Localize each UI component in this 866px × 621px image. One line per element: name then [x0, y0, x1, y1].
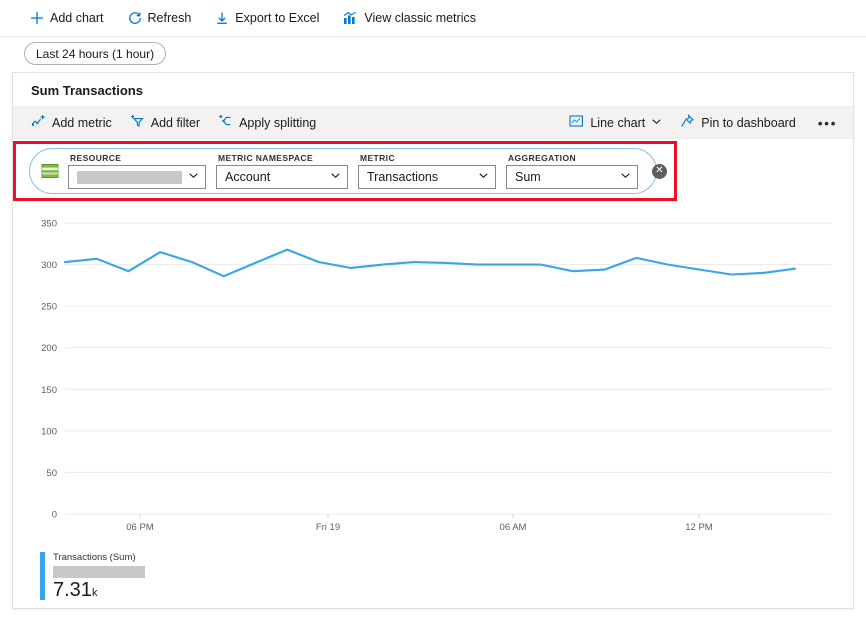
legend-value-unit: k	[92, 587, 98, 599]
resource-select[interactable]	[68, 165, 206, 189]
metric-namespace-select[interactable]: Account	[216, 165, 348, 189]
aggregation-select[interactable]: Sum	[506, 165, 638, 189]
pin-to-dashboard-label: Pin to dashboard	[701, 116, 796, 130]
metric-namespace-value: Account	[225, 170, 270, 184]
svg-text:Fri 19: Fri 19	[316, 522, 340, 533]
command-bar: Add chart Refresh Export to Excel	[0, 0, 866, 37]
chevron-down-icon	[620, 170, 631, 184]
metric-select[interactable]: Transactions	[358, 165, 496, 189]
legend-value-number: 7.31	[53, 579, 92, 601]
metrics-page: Add chart Refresh Export to Excel	[0, 0, 866, 621]
metric-label: METRIC	[358, 153, 496, 163]
chart-card: Sum Transactions Add metric	[12, 72, 854, 609]
plus-icon	[30, 11, 44, 25]
svg-text:200: 200	[41, 343, 57, 354]
svg-text:350: 350	[41, 219, 57, 230]
add-filter-button[interactable]: Add filter	[130, 114, 200, 131]
remove-metric-button[interactable]: ✕	[652, 164, 667, 179]
chart-plot-area: 0 50 100 150 200 250 300 350 06 PM Fri 19 06 AM 12 …	[13, 205, 855, 555]
time-range-picker[interactable]: Last 24 hours (1 hour)	[24, 42, 166, 65]
add-filter-label: Add filter	[151, 116, 200, 130]
bar-chart-icon	[343, 11, 358, 25]
page-title: Sum Transactions	[13, 73, 853, 106]
svg-text:150: 150	[41, 385, 57, 396]
aggregation-value: Sum	[515, 170, 541, 184]
legend-value: 7.31k	[53, 580, 145, 600]
export-to-excel-label: Export to Excel	[235, 11, 319, 25]
add-metric-button[interactable]: Add metric	[31, 114, 112, 131]
refresh-label: Refresh	[148, 11, 192, 25]
metric-selector-pill: RESOURCE METRIC NAMESPACE Account	[29, 148, 657, 194]
chevron-down-icon	[188, 170, 199, 184]
add-metric-icon	[31, 114, 46, 131]
svg-text:12 PM: 12 PM	[685, 522, 713, 533]
add-chart-label: Add chart	[50, 11, 104, 25]
apply-splitting-label: Apply splitting	[239, 116, 316, 130]
chevron-down-icon	[478, 170, 489, 184]
apply-splitting-icon	[218, 114, 233, 131]
add-metric-label: Add metric	[52, 116, 112, 130]
aggregation-label: AGGREGATION	[506, 153, 638, 163]
resource-field: RESOURCE	[68, 153, 206, 189]
resource-value-redacted	[77, 171, 182, 184]
line-chart[interactable]: 0 50 100 150 200 250 300 350 06 PM Fri 19 06 AM 12 …	[13, 205, 855, 555]
line-chart-icon	[569, 114, 584, 131]
aggregation-field: AGGREGATION Sum	[506, 153, 638, 189]
svg-text:06 AM: 06 AM	[500, 522, 527, 533]
refresh-button[interactable]: Refresh	[126, 4, 194, 32]
chevron-down-icon	[330, 170, 341, 184]
add-chart-button[interactable]: Add chart	[28, 4, 106, 32]
svg-text:50: 50	[46, 468, 57, 479]
chevron-down-icon	[651, 116, 662, 130]
legend-series-name: Transactions (Sum)	[53, 552, 145, 563]
metric-namespace-label: METRIC NAMESPACE	[216, 153, 348, 163]
more-options-button[interactable]: •••	[814, 115, 841, 131]
export-to-excel-button[interactable]: Export to Excel	[213, 4, 321, 32]
download-icon	[215, 11, 229, 25]
view-classic-metrics-label: View classic metrics	[364, 11, 476, 25]
chart-type-selector[interactable]: Line chart	[569, 114, 662, 131]
chart-toolbar: Add metric Add filter	[13, 106, 853, 139]
refresh-icon	[128, 11, 142, 25]
svg-text:250: 250	[41, 302, 57, 313]
svg-text:100: 100	[41, 426, 57, 437]
svg-text:0: 0	[52, 510, 57, 521]
svg-text:300: 300	[41, 260, 57, 271]
time-range-row: Last 24 hours (1 hour)	[0, 37, 866, 70]
chart-legend: Transactions (Sum) 7.31k	[40, 552, 145, 600]
resource-label: RESOURCE	[68, 153, 206, 163]
metric-namespace-field: METRIC NAMESPACE Account	[216, 153, 348, 189]
view-classic-metrics-button[interactable]: View classic metrics	[341, 4, 478, 32]
pin-icon	[680, 114, 695, 131]
svg-text:06 PM: 06 PM	[126, 522, 154, 533]
pin-to-dashboard-button[interactable]: Pin to dashboard	[680, 114, 796, 131]
add-filter-icon	[130, 114, 145, 131]
storage-account-icon	[40, 162, 60, 180]
legend-color-swatch	[40, 552, 45, 600]
chart-type-label: Line chart	[590, 116, 645, 130]
metric-selector-row: RESOURCE METRIC NAMESPACE Account	[13, 139, 853, 205]
metric-field: METRIC Transactions	[358, 153, 496, 189]
legend-resource-redacted	[53, 566, 145, 578]
metric-value: Transactions	[367, 170, 438, 184]
apply-splitting-button[interactable]: Apply splitting	[218, 114, 316, 131]
